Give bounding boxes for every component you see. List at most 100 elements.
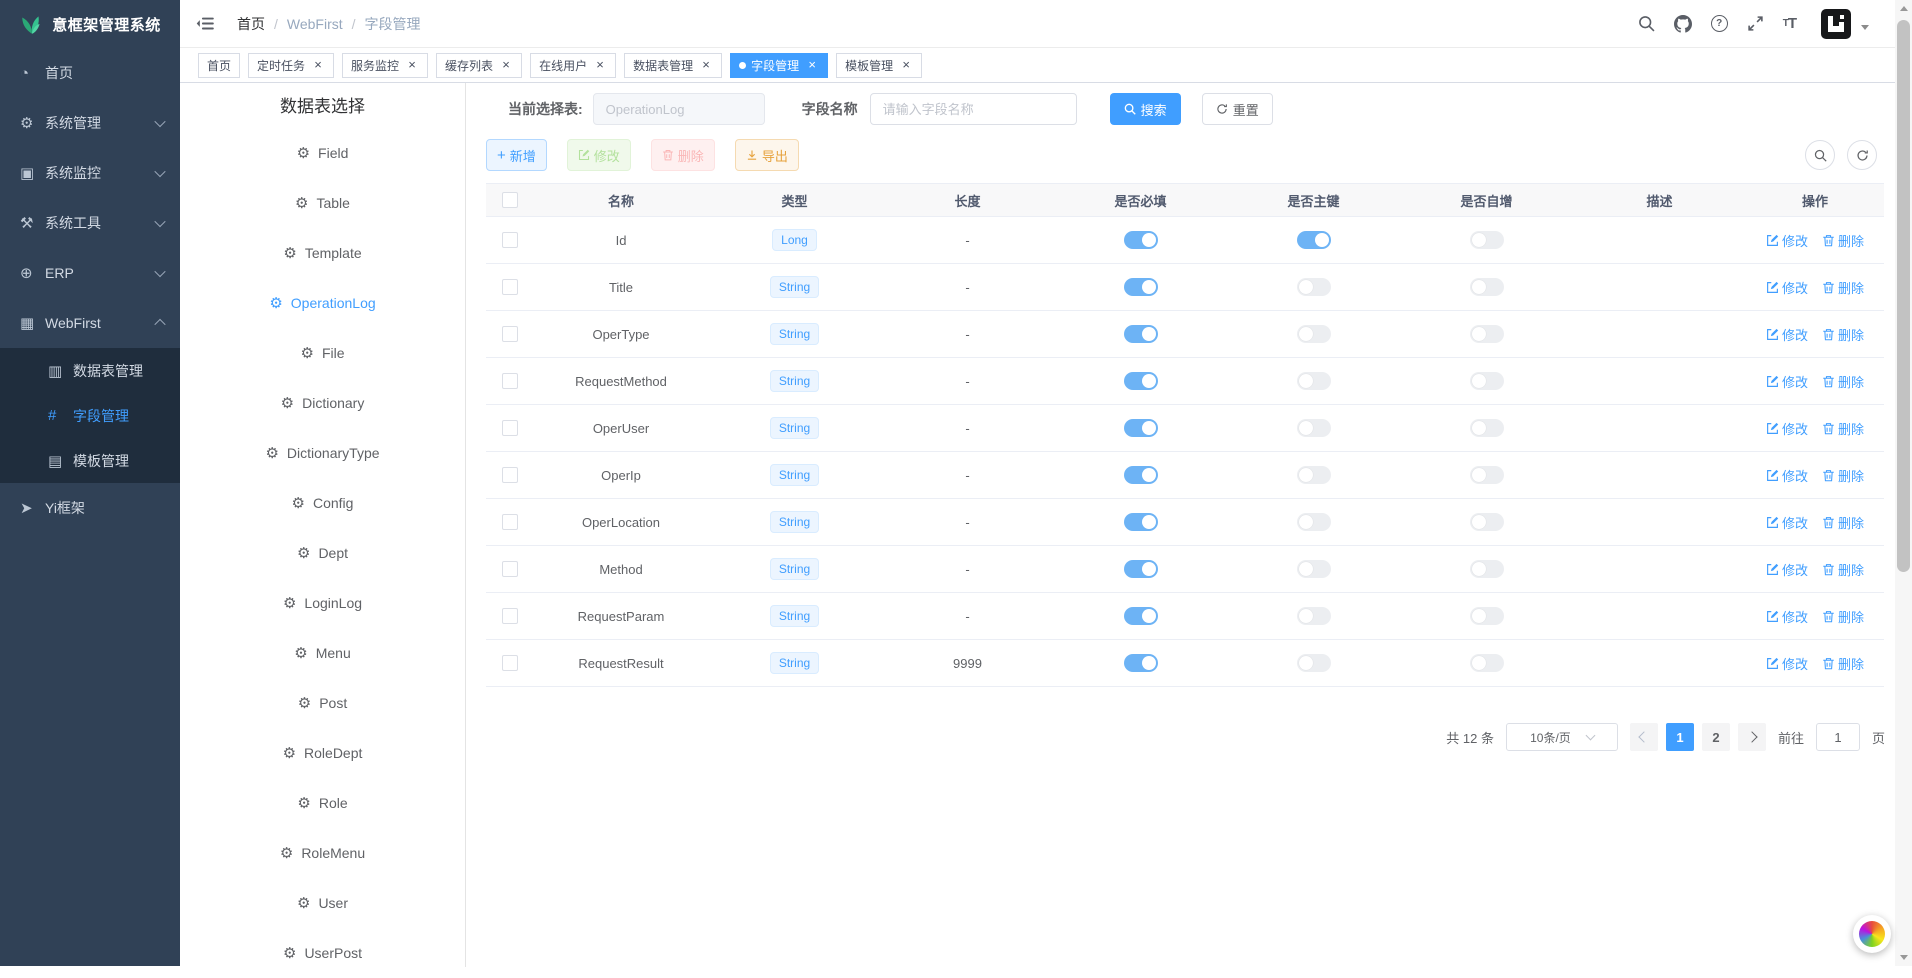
tab-template-manage[interactable]: 模板管理×: [836, 53, 922, 78]
edit-link[interactable]: 修改: [1766, 278, 1808, 297]
tab-field-manage[interactable]: 字段管理×: [730, 53, 828, 78]
sidebar-item-field-manage[interactable]: #字段管理: [0, 393, 180, 438]
required-toggle[interactable]: [1124, 231, 1158, 249]
edit-link[interactable]: 修改: [1766, 466, 1808, 485]
row-checkbox[interactable]: [502, 467, 518, 483]
sidebar-item-template-manage[interactable]: ▤模板管理: [0, 438, 180, 483]
primary-key-toggle[interactable]: [1297, 231, 1331, 249]
delete-link[interactable]: 删除: [1822, 278, 1864, 297]
hamburger-icon[interactable]: [196, 14, 215, 33]
close-icon[interactable]: ×: [805, 58, 819, 72]
tree-item-field[interactable]: ⚙Field: [180, 128, 465, 178]
required-toggle[interactable]: [1124, 560, 1158, 578]
row-checkbox[interactable]: [502, 326, 518, 342]
page-button-1[interactable]: 1: [1666, 723, 1694, 751]
close-icon[interactable]: ×: [593, 58, 607, 72]
ai-assistant-button[interactable]: [1853, 915, 1891, 953]
primary-key-toggle[interactable]: [1297, 419, 1331, 437]
primary-key-toggle[interactable]: [1297, 372, 1331, 390]
scroll-down-arrow[interactable]: [1895, 949, 1912, 966]
edit-link[interactable]: 修改: [1766, 231, 1808, 250]
breadcrumb-home[interactable]: 首页: [237, 14, 265, 34]
row-checkbox[interactable]: [502, 561, 518, 577]
required-toggle[interactable]: [1124, 607, 1158, 625]
reset-button[interactable]: 重置: [1202, 93, 1273, 125]
column-search-icon[interactable]: [1805, 140, 1835, 170]
page-size-select[interactable]: 10条/页: [1506, 723, 1618, 751]
app-logo[interactable]: 意框架管理系统: [0, 0, 180, 48]
auto-increment-toggle[interactable]: [1470, 654, 1504, 672]
delete-link[interactable]: 删除: [1822, 466, 1864, 485]
help-icon[interactable]: ?: [1711, 15, 1728, 32]
tree-item-dept[interactable]: ⚙Dept: [180, 528, 465, 578]
row-checkbox[interactable]: [502, 514, 518, 530]
tree-item-role[interactable]: ⚙Role: [180, 778, 465, 828]
row-checkbox[interactable]: [502, 655, 518, 671]
delete-link[interactable]: 删除: [1822, 607, 1864, 626]
primary-key-toggle[interactable]: [1297, 607, 1331, 625]
user-menu[interactable]: [1821, 9, 1869, 39]
tree-item-template[interactable]: ⚙Template: [180, 228, 465, 278]
close-icon[interactable]: ×: [405, 58, 419, 72]
tree-item-roledept[interactable]: ⚙RoleDept: [180, 728, 465, 778]
primary-key-toggle[interactable]: [1297, 278, 1331, 296]
goto-page-input[interactable]: [1816, 723, 1860, 751]
auto-increment-toggle[interactable]: [1470, 325, 1504, 343]
tree-item-table[interactable]: ⚙Table: [180, 178, 465, 228]
close-icon[interactable]: ×: [311, 58, 325, 72]
font-size-icon[interactable]: TT: [1783, 15, 1796, 32]
tree-item-rolemenu[interactable]: ⚙RoleMenu: [180, 828, 465, 878]
row-checkbox[interactable]: [502, 373, 518, 389]
required-toggle[interactable]: [1124, 419, 1158, 437]
edit-link[interactable]: 修改: [1766, 372, 1808, 391]
tree-item-post[interactable]: ⚙Post: [180, 678, 465, 728]
sidebar-item-table-manage[interactable]: ▥数据表管理: [0, 348, 180, 393]
sidebar-item-erp[interactable]: ⊕ERP: [0, 248, 180, 298]
edit-link[interactable]: 修改: [1766, 419, 1808, 438]
required-toggle[interactable]: [1124, 372, 1158, 390]
required-toggle[interactable]: [1124, 513, 1158, 531]
tree-item-menu[interactable]: ⚙Menu: [180, 628, 465, 678]
tree-item-loginlog[interactable]: ⚙LoginLog: [180, 578, 465, 628]
auto-increment-toggle[interactable]: [1470, 607, 1504, 625]
tab-cache-list[interactable]: 缓存列表×: [436, 53, 522, 78]
row-checkbox[interactable]: [502, 608, 518, 624]
next-page-button[interactable]: [1738, 723, 1766, 751]
tab-home[interactable]: 首页: [198, 53, 240, 78]
tree-item-operationlog[interactable]: ⚙OperationLog: [180, 278, 465, 328]
auto-increment-toggle[interactable]: [1470, 419, 1504, 437]
tree-item-user[interactable]: ⚙User: [180, 878, 465, 928]
primary-key-toggle[interactable]: [1297, 654, 1331, 672]
edit-link[interactable]: 修改: [1766, 607, 1808, 626]
delete-link[interactable]: 删除: [1822, 372, 1864, 391]
required-toggle[interactable]: [1124, 466, 1158, 484]
delete-button[interactable]: 删除: [651, 139, 715, 171]
primary-key-toggle[interactable]: [1297, 325, 1331, 343]
delete-link[interactable]: 删除: [1822, 325, 1864, 344]
required-toggle[interactable]: [1124, 278, 1158, 296]
row-checkbox[interactable]: [502, 279, 518, 295]
edit-link[interactable]: 修改: [1766, 654, 1808, 673]
tab-timed-task[interactable]: 定时任务×: [248, 53, 334, 78]
delete-link[interactable]: 删除: [1822, 654, 1864, 673]
github-icon[interactable]: [1674, 15, 1692, 33]
auto-increment-toggle[interactable]: [1470, 372, 1504, 390]
tree-item-userpost[interactable]: ⚙UserPost: [180, 928, 465, 978]
row-checkbox[interactable]: [502, 420, 518, 436]
delete-link[interactable]: 删除: [1822, 419, 1864, 438]
tab-service-monitor[interactable]: 服务监控×: [342, 53, 428, 78]
sidebar-item-system-admin[interactable]: ⚙系统管理: [0, 98, 180, 148]
auto-increment-toggle[interactable]: [1470, 513, 1504, 531]
primary-key-toggle[interactable]: [1297, 466, 1331, 484]
scrollbar-thumb[interactable]: [1897, 20, 1910, 572]
primary-key-toggle[interactable]: [1297, 513, 1331, 531]
edit-link[interactable]: 修改: [1766, 560, 1808, 579]
edit-link[interactable]: 修改: [1766, 513, 1808, 532]
auto-increment-toggle[interactable]: [1470, 231, 1504, 249]
close-icon[interactable]: ×: [699, 58, 713, 72]
field-name-input[interactable]: [870, 93, 1077, 125]
required-toggle[interactable]: [1124, 654, 1158, 672]
required-toggle[interactable]: [1124, 325, 1158, 343]
edit-link[interactable]: 修改: [1766, 325, 1808, 344]
tree-item-file[interactable]: ⚙File: [180, 328, 465, 378]
